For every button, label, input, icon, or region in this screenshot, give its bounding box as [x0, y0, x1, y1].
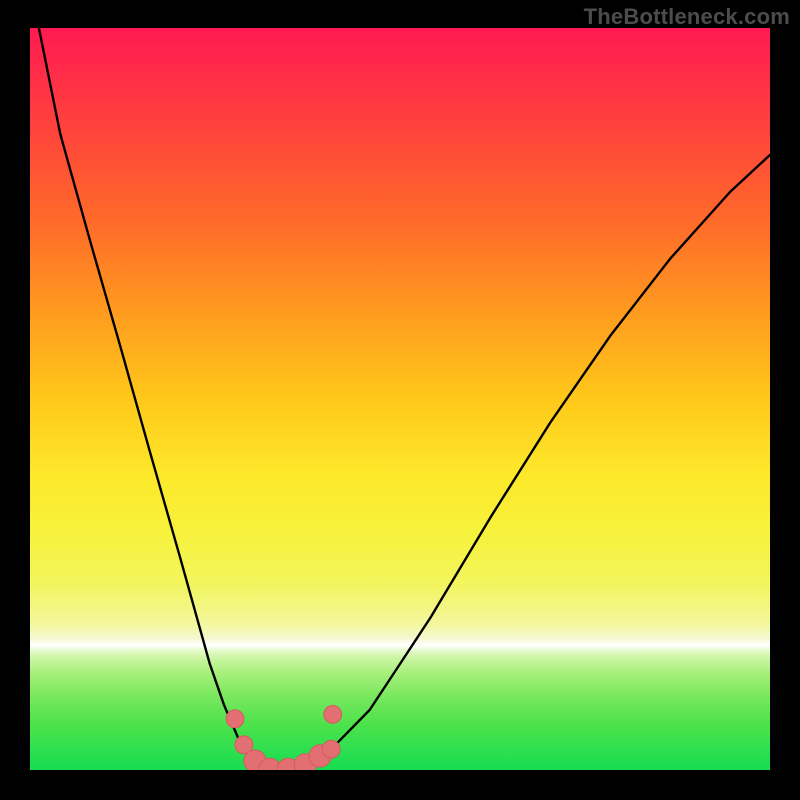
curves-svg	[30, 28, 770, 770]
curve-right-curve	[279, 155, 770, 770]
chart-frame: TheBottleneck.com	[0, 0, 800, 800]
curve-layer	[30, 28, 770, 770]
marker-point	[322, 740, 340, 758]
curve-left-curve	[30, 28, 279, 770]
marker-point	[324, 706, 342, 724]
watermark-text: TheBottleneck.com	[584, 4, 790, 30]
marker-point	[226, 710, 244, 728]
plot-area	[30, 28, 770, 770]
marker-layer	[226, 706, 342, 771]
